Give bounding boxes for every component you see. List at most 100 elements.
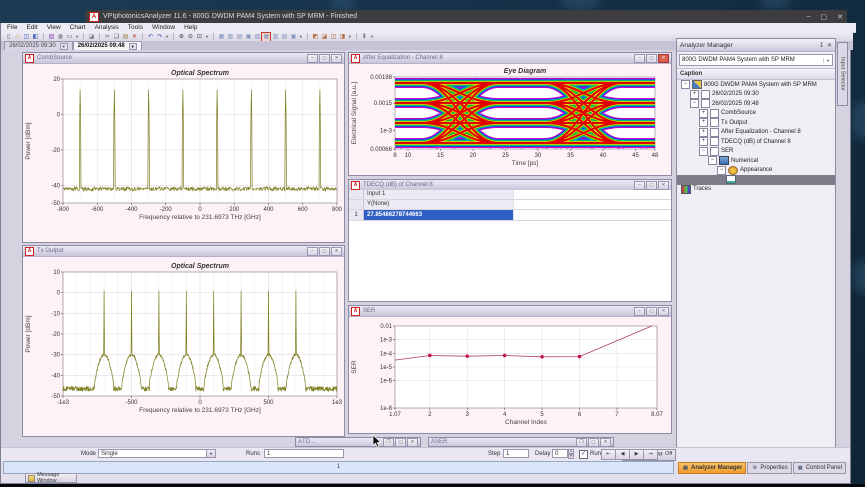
tree-checkbox[interactable] [701, 99, 710, 108]
window-close-button[interactable]: ✕ [837, 13, 843, 21]
tdecq-column-header[interactable]: Input 1 [364, 190, 514, 199]
tree-expander-icon[interactable]: + [690, 90, 699, 99]
layout-single-icon[interactable]: ▦ [217, 33, 225, 41]
window-minimize-button[interactable]: – [807, 13, 811, 21]
panel-maximize-button[interactable]: ▢ [319, 247, 330, 256]
menu-window[interactable]: Window [152, 24, 175, 31]
layout-horizontal-icon[interactable]: ▤ [280, 33, 288, 41]
tree-checkbox[interactable] [710, 137, 719, 146]
run-checkbox[interactable]: ✓ [579, 450, 588, 459]
tree-item-26-02-2025-09-48[interactable]: −26/02/2025 09:48 [677, 99, 835, 109]
tree-expander-icon[interactable]: − [708, 156, 717, 165]
workspace-selector-dropdown[interactable]: 800G DWDM PAM4 System with SP MRM ▼ [679, 54, 833, 66]
zoom-fit-icon[interactable]: ⊡ [195, 33, 203, 41]
menu-tools[interactable]: Tools [128, 24, 143, 31]
menu-file[interactable]: File [7, 24, 17, 31]
tree-expander-icon[interactable]: − [717, 166, 726, 175]
page-tab-1[interactable]: 26/02/2025 09:48▼ [73, 41, 142, 50]
new-document-icon[interactable]: ▯ [5, 33, 13, 41]
tree-checkbox[interactable] [710, 128, 719, 137]
layout-tile-icon[interactable]: ▦ [262, 33, 270, 41]
panel-maximize-button[interactable]: ▢ [646, 307, 657, 316]
menu-analysis[interactable]: Analysis [95, 24, 119, 31]
tree-item-800g-dwdm-pam4-system-with-sp-mrm[interactable]: −800G DWDM PAM4 System with SP MRM [677, 80, 835, 90]
trace-style-3-icon[interactable]: ◫ [329, 33, 337, 41]
tdecq-row-index[interactable]: 1 [349, 210, 364, 220]
panel-close-button[interactable]: ✕ [658, 307, 669, 316]
toolbar-overflow-arrow[interactable]: ▼ [299, 34, 303, 39]
input-selector-tab[interactable]: Input Selector [837, 42, 848, 106]
trace-style-2-icon[interactable]: ◪ [320, 33, 328, 41]
tree-expander-icon[interactable]: + [699, 118, 708, 127]
run-to-start-button[interactable]: ⇤ [601, 449, 616, 460]
run-back-button[interactable]: ◀ [615, 449, 630, 460]
panel-close-button[interactable]: ✕ [658, 54, 669, 63]
runs-input[interactable]: 1 [264, 449, 344, 458]
print-icon[interactable]: ▭ [66, 33, 74, 41]
dock-tab-analyzer-manager[interactable]: ▤Analyzer Manager [678, 462, 746, 474]
tree-item-numerical[interactable]: −Numerical [677, 156, 835, 166]
window-maximize-button[interactable]: ▢ [821, 13, 828, 21]
tree-item-traces[interactable]: Traces [677, 185, 835, 195]
copy-chart-icon[interactable]: ◪ [87, 33, 95, 41]
tree-item-26-02-2025-09-30[interactable]: +26/02/2025 09:30 [677, 90, 835, 100]
undo-icon[interactable]: ↶ [146, 33, 154, 41]
message-window-button[interactable]: Message Window [25, 473, 77, 483]
delay-input[interactable]: 0 [552, 449, 568, 458]
toolbar-overflow-arrow[interactable]: ▼ [370, 34, 374, 39]
minimized-restore-button[interactable]: ❐ [383, 438, 394, 447]
panel-minimize-button[interactable]: – [634, 54, 645, 63]
menu-help[interactable]: Help [184, 24, 197, 31]
tree-item-ser[interactable]: −SER [677, 147, 835, 157]
toolbar-overflow-arrow[interactable]: ▼ [165, 34, 169, 39]
tree-checkbox[interactable] [710, 109, 719, 118]
delay-spinner[interactable]: ▲▼ [568, 449, 574, 458]
mode-dropdown[interactable]: Single ▼ [98, 449, 216, 458]
minimized-maximize-button[interactable]: ▢ [395, 438, 406, 447]
panel-minimize-button[interactable]: – [307, 54, 318, 63]
copy-icon[interactable]: ❏ [112, 33, 120, 41]
layout-cascade-icon[interactable]: ▥ [271, 33, 279, 41]
dock-tab-control-panel[interactable]: ▦Control Panel [793, 462, 846, 474]
minimized-window-tdecq[interactable]: ATD...❐▢✕ [295, 437, 421, 447]
menu-edit[interactable]: Edit [26, 24, 37, 31]
toolbar-overflow-arrow[interactable]: ▼ [205, 34, 209, 39]
delete-icon[interactable]: ✕ [130, 33, 138, 41]
tree-expander-icon[interactable]: − [699, 147, 708, 156]
tree-expander-icon[interactable]: + [699, 137, 708, 146]
redo-icon[interactable]: ↷ [155, 33, 163, 41]
app-titlebar[interactable]: A VPIphotonicsAnalyzer 11.6 - 800G DWDM … [85, 10, 847, 23]
analyzer-manager-titlebar[interactable]: Analyzer Manager ↧ ✕ [677, 39, 835, 52]
layout-1x2-icon[interactable]: ▤ [235, 33, 243, 41]
tab-dropdown-icon[interactable]: ▼ [60, 43, 68, 50]
zoom-out-icon[interactable]: ⊖ [186, 33, 194, 41]
tree-item-tx-output[interactable]: +Tx Output [677, 118, 835, 128]
pause-icon[interactable]: ‖ [360, 33, 368, 41]
tree-item-selected[interactable] [677, 175, 835, 185]
cut-icon[interactable]: ✂ [103, 33, 111, 41]
panel-minimize-button[interactable]: – [634, 307, 645, 316]
zoom-in-icon[interactable]: ⊕ [177, 33, 185, 41]
tdecq-subheader[interactable]: Y(None) [364, 200, 514, 209]
tree-item-combsource[interactable]: +CombSource [677, 109, 835, 119]
tree-checkbox[interactable] [701, 90, 710, 99]
run-to-end-button[interactable]: ⇥ [643, 449, 658, 460]
tree-item-appearance[interactable]: −Appearance [677, 166, 835, 176]
search-icon[interactable]: ◍ [57, 33, 65, 41]
toolbar-overflow-arrow[interactable]: ▼ [75, 34, 79, 39]
trace-style-4-icon[interactable]: ◨ [338, 33, 346, 41]
layout-vertical-icon[interactable]: ▣ [289, 33, 297, 41]
layout-2x2-icon[interactable]: ▣ [244, 33, 252, 41]
tree-expander-icon[interactable]: − [681, 80, 690, 89]
menu-view[interactable]: View [47, 24, 61, 31]
save-workspace-icon[interactable]: ◧ [32, 33, 40, 41]
toolbar-overflow-arrow[interactable]: ▼ [348, 34, 352, 39]
step-input[interactable]: 1 [503, 449, 529, 458]
minimized-window-ser[interactable]: ASER❐▢✕ [428, 437, 614, 447]
tree-checkbox[interactable] [710, 118, 719, 127]
tree-expander-icon[interactable]: + [699, 128, 708, 137]
panel-maximize-button[interactable]: ▢ [646, 54, 657, 63]
run-forward-button[interactable]: ▶ [629, 449, 644, 460]
trace-style-1-icon[interactable]: ◩ [311, 33, 319, 41]
open-folder-icon[interactable]: ▱ [14, 33, 22, 41]
